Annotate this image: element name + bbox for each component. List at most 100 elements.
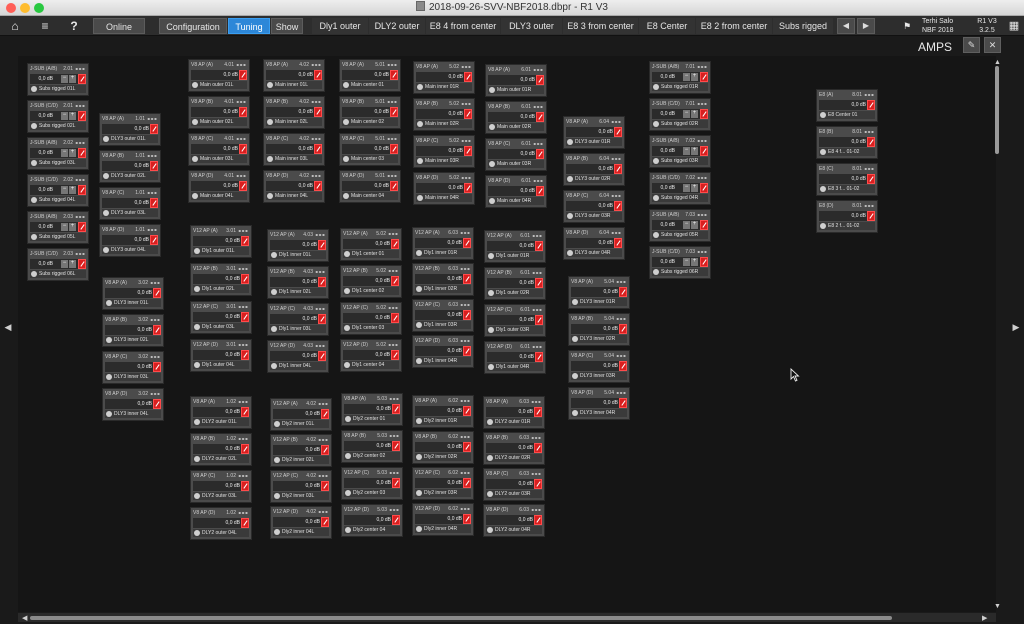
amp-tile[interactable]: V12 AP (A) 3.01 0,0 dB Dly1 outer 01L xyxy=(190,225,252,258)
amp-tile[interactable]: V8 AP (C) 1.01 0,0 dB DLY3 outer 03L xyxy=(99,187,161,220)
scroll-down-icon[interactable]: ▼ xyxy=(994,603,1001,610)
amp-tile[interactable]: V8 AP (B) 1.02 0,0 dB DLY2 outer 02L xyxy=(190,433,252,466)
gain-control[interactable]: 0,0 dB xyxy=(343,313,392,323)
mute-button[interactable] xyxy=(536,75,544,85)
amp-tile[interactable]: V8 AP (D) 6.01 0,0 dB Main outer 04R xyxy=(485,175,547,208)
amp-tile[interactable]: V8 AP (C) 5.04 0,0 dB DLY3 inner 03R xyxy=(568,350,630,383)
mute-button[interactable] xyxy=(535,315,543,325)
amp-tile[interactable]: V8 AP (B) 6.03 0,0 dB DLY2 outer 02R xyxy=(483,432,545,465)
info-icon[interactable] xyxy=(572,410,578,416)
info-icon[interactable] xyxy=(274,493,280,499)
mute-button[interactable] xyxy=(464,72,472,82)
info-icon[interactable] xyxy=(103,247,109,253)
info-icon[interactable] xyxy=(31,234,37,240)
amp-tile[interactable]: V8 AP (C) 6.04 0,0 dB DLY3 outer 03R xyxy=(563,190,625,223)
mute-button[interactable] xyxy=(534,479,542,489)
gain-control[interactable]: 0,0 dB xyxy=(344,404,393,414)
info-icon[interactable] xyxy=(194,286,200,292)
amp-tile[interactable]: V12 AP (D) 3.01 0,0 dB Dly1 outer 04L xyxy=(190,339,252,372)
mute-button[interactable] xyxy=(535,352,543,362)
amp-tile[interactable]: V8 AP (B) 6.02 0,0 dB Dly2 inner 02R xyxy=(412,431,474,464)
info-icon[interactable] xyxy=(267,82,273,88)
plus-icon[interactable]: + xyxy=(69,112,76,120)
mute-button[interactable] xyxy=(390,107,398,117)
scene-e8-center[interactable]: E8 Center xyxy=(639,18,695,34)
amp-tile[interactable]: V12 AP (A) 6.01 0,0 dB Dly1 outer 01R xyxy=(484,230,546,263)
info-icon[interactable] xyxy=(653,84,659,90)
mute-button[interactable] xyxy=(700,257,708,267)
amp-tile[interactable]: V8 AP (A) 6.02 0,0 dB Dly2 inner 01R xyxy=(412,395,474,428)
info-icon[interactable] xyxy=(343,82,349,88)
amp-tile[interactable]: J-SUB (C/D) 2.01 0,0 dB − + Subs rigged 02L xyxy=(27,100,89,133)
mute-button[interactable] xyxy=(463,514,471,524)
scene-dly1-outer[interactable]: Dly1 outer xyxy=(312,18,368,34)
plus-icon[interactable]: + xyxy=(69,260,76,268)
info-icon[interactable] xyxy=(274,421,280,427)
amp-tile[interactable]: J-SUB (C/D) 7.03 0,0 dB − + Subs rigged 06R xyxy=(649,246,711,279)
amp-tile[interactable]: J-SUB (C/D) 2.03 0,0 dB − + Subs rigged 06L xyxy=(27,248,89,281)
mute-button[interactable] xyxy=(241,350,249,360)
info-icon[interactable] xyxy=(416,358,422,364)
mute-button[interactable] xyxy=(314,70,322,80)
mute-button[interactable] xyxy=(536,149,544,159)
gain-control[interactable]: 0,0 dB xyxy=(416,183,465,193)
gain-control[interactable]: 0,0 dB − + xyxy=(30,222,79,232)
mute-button[interactable] xyxy=(239,144,247,154)
gain-control[interactable]: 0,0 dB xyxy=(344,515,393,525)
mute-button[interactable] xyxy=(463,442,471,452)
amp-tile[interactable]: V12 AP (B) 6.03 0,0 dB Dly1 inner 02R xyxy=(412,263,474,296)
info-icon[interactable] xyxy=(271,252,277,258)
mute-button[interactable] xyxy=(614,238,622,248)
info-icon[interactable] xyxy=(653,121,659,127)
info-icon[interactable] xyxy=(344,251,350,257)
info-icon[interactable] xyxy=(103,210,109,216)
mute-button[interactable] xyxy=(78,185,86,195)
mute-button[interactable] xyxy=(314,144,322,154)
info-icon[interactable] xyxy=(487,419,493,425)
gain-control[interactable]: 0,0 dB xyxy=(566,164,615,174)
info-icon[interactable] xyxy=(274,529,280,535)
mute-button[interactable] xyxy=(321,517,329,527)
mute-button[interactable] xyxy=(614,127,622,137)
mute-button[interactable] xyxy=(619,361,627,371)
gain-control[interactable]: 0,0 dB xyxy=(488,186,537,196)
amp-tile[interactable]: V8 AP (B) 4.01 0,0 dB Main outer 02L xyxy=(188,96,250,129)
info-icon[interactable] xyxy=(31,197,37,203)
amp-tile[interactable]: V8 AP (A) 5.01 0,0 dB Main center 01 xyxy=(339,59,401,92)
amp-tile[interactable]: J-SUB (A/B) 7.02 0,0 dB − + Subs rigged 03R xyxy=(649,135,711,168)
info-icon[interactable] xyxy=(103,136,109,142)
mute-button[interactable] xyxy=(536,112,544,122)
info-icon[interactable] xyxy=(274,457,280,463)
mute-button[interactable] xyxy=(153,325,161,335)
amp-tile[interactable]: V12 AP (A) 5.02 0,0 dB Dly1 center 01 xyxy=(340,228,402,261)
mute-button[interactable] xyxy=(153,288,161,298)
info-icon[interactable] xyxy=(194,456,200,462)
info-icon[interactable] xyxy=(417,84,423,90)
info-icon[interactable] xyxy=(416,454,422,460)
info-icon[interactable] xyxy=(106,411,112,417)
mute-button[interactable] xyxy=(390,70,398,80)
amp-tile[interactable]: V12 AP (C) 6.02 0,0 dB Dly2 inner 03R xyxy=(412,467,474,500)
menu-icon[interactable]: ≡ xyxy=(35,16,55,36)
info-icon[interactable] xyxy=(106,337,112,343)
close-icon[interactable]: ✕ xyxy=(984,37,1001,53)
tab-tuning[interactable]: Tuning xyxy=(228,18,270,34)
info-icon[interactable] xyxy=(267,156,273,162)
info-icon[interactable] xyxy=(192,82,198,88)
gain-control[interactable]: 0,0 dB xyxy=(566,127,615,137)
amp-tile[interactable]: V8 AP (C) 5.02 0,0 dB Main inner 03R xyxy=(413,135,475,168)
gain-control[interactable]: 0,0 dB xyxy=(571,287,620,297)
mute-button[interactable] xyxy=(153,399,161,409)
gain-control[interactable]: 0,0 dB − + xyxy=(652,220,701,230)
mute-button[interactable] xyxy=(150,161,158,171)
scene-e8-3-from-center[interactable]: E8 3 from center xyxy=(563,18,638,34)
amp-tile[interactable]: V8 AP (D) 4.01 0,0 dB Main outer 04L xyxy=(188,170,250,203)
amp-tile[interactable]: V8 AP (B) 1.01 0,0 dB DLY3 outer 02L xyxy=(99,150,161,183)
gain-control[interactable]: 0,0 dB xyxy=(193,236,242,246)
info-icon[interactable] xyxy=(106,300,112,306)
amp-tile[interactable]: V8 AP (D) 6.03 0,0 dB DLY2 outer 04R xyxy=(483,504,545,537)
minus-icon[interactable]: − xyxy=(61,186,68,194)
mute-button[interactable] xyxy=(463,406,471,416)
gain-control[interactable]: 0,0 dB xyxy=(105,362,154,372)
mute-button[interactable] xyxy=(321,481,329,491)
